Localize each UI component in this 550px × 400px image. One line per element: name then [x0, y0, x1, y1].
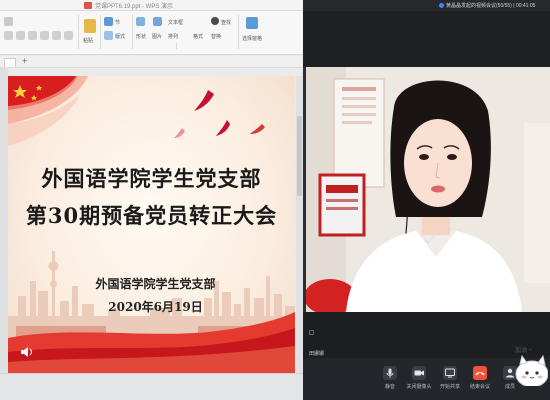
- slide-scrollbar[interactable]: [296, 76, 303, 373]
- share-label: 开始共享: [439, 384, 460, 390]
- list-icon[interactable]: [28, 31, 37, 40]
- microphone-icon: [383, 366, 397, 380]
- add-tab-button[interactable]: +: [22, 56, 27, 66]
- section-icon[interactable]: [104, 17, 113, 26]
- find-label[interactable]: 查找: [221, 19, 231, 26]
- document-tab[interactable]: [4, 58, 16, 67]
- text-dir-icon[interactable]: [64, 31, 73, 40]
- scrollbar-thumb[interactable]: [297, 116, 302, 196]
- format-painter-icon[interactable]: [4, 17, 13, 26]
- meeting-status-dot: [439, 3, 444, 8]
- dove-icon: [194, 90, 214, 111]
- paste-icon[interactable]: [84, 19, 96, 33]
- picture-label[interactable]: 图片: [152, 33, 162, 40]
- spacing-icon[interactable]: [52, 31, 61, 40]
- ribbon-divider: [100, 15, 101, 49]
- slide-canvas: 外国语学院学生党支部 第30期预备党员转正大会 外国语学院学生党支部 2020年…: [8, 76, 295, 373]
- indent-icon[interactable]: [40, 31, 49, 40]
- ribbon-divider: [78, 15, 79, 49]
- paste-label[interactable]: 粘贴: [83, 37, 93, 44]
- layout-label[interactable]: 版式: [115, 33, 125, 40]
- wps-presentation-window: 党课PPT6.19.ppt - WPS 演示 粘贴 节 版式 形状 图片 文本框…: [0, 0, 303, 400]
- find-icon[interactable]: [211, 17, 219, 25]
- select-pane-label[interactable]: 选择窗格: [242, 35, 262, 42]
- video-camera-icon: [412, 366, 426, 380]
- slide-panel-collapsed[interactable]: [0, 68, 8, 373]
- camera-button[interactable]: 关闭摄像头: [404, 366, 434, 390]
- slide-title-line2: 第30期预备党员转正大会: [25, 203, 278, 228]
- slide-title-line1: 外国语学院学生党支部: [41, 166, 262, 191]
- slide-organizer: 外国语学院学生党支部: [95, 277, 216, 291]
- meeting-background: [303, 11, 550, 67]
- mute-button[interactable]: 静音: [375, 366, 405, 390]
- mute-label: 静音: [384, 384, 395, 390]
- slide-date: 2020年6月19日: [108, 300, 203, 314]
- ribbon-divider: [132, 15, 133, 49]
- section-label[interactable]: 节: [115, 19, 120, 26]
- wps-titlebar: 党课PPT6.19.ppt - WPS 演示: [0, 0, 303, 11]
- share-button[interactable]: 开始共享: [435, 366, 465, 390]
- window-title: 党课PPT6.19.ppt - WPS 演示: [95, 4, 174, 10]
- picture-icon[interactable]: [153, 17, 162, 26]
- replace-label[interactable]: 替换: [211, 33, 221, 40]
- select-pane-icon[interactable]: [246, 17, 258, 29]
- format-label[interactable]: 格式: [193, 33, 203, 40]
- shape-label[interactable]: 形状: [136, 33, 146, 40]
- end-meeting-button[interactable]: 结束会议: [465, 366, 495, 390]
- ribbon-divider: [176, 43, 177, 49]
- textbox-label[interactable]: 文本框: [168, 19, 183, 26]
- ribbon-toolbar: 粘贴 节 版式 形状 图片 文本框 排列 格式 查找 替换 选择窗格: [0, 11, 303, 55]
- participant-video: [306, 67, 550, 312]
- layout-icon[interactable]: [104, 31, 113, 40]
- wps-app-icon: [84, 2, 92, 9]
- camera-label: 关闭摄像头: [406, 384, 432, 390]
- video-frame: [306, 67, 550, 312]
- screen-share-icon: [443, 366, 457, 380]
- document-tab-strip: +: [0, 56, 303, 68]
- sticker-caption: 加油 ~: [515, 348, 533, 354]
- speaker-icon[interactable]: [20, 346, 34, 358]
- align-icon[interactable]: [16, 31, 25, 40]
- end-meeting-label: 结束会议: [469, 384, 490, 390]
- participant-name: 田娜娜: [309, 351, 325, 357]
- meeting-status-text: 黄晶晶发起的视频会议(50/55) | 00:41:05: [446, 3, 536, 9]
- camera-small-icon: [309, 330, 314, 335]
- meeting-titlebar: 黄晶晶发起的视频会议(50/55) | 00:41:05: [303, 0, 550, 11]
- end-call-icon: [473, 366, 487, 380]
- arrange-label[interactable]: 排列: [168, 33, 178, 40]
- ribbon-divider: [238, 15, 239, 49]
- font-icon[interactable]: [4, 31, 13, 40]
- wps-status-bar: [0, 373, 303, 400]
- shape-icon[interactable]: [136, 17, 145, 26]
